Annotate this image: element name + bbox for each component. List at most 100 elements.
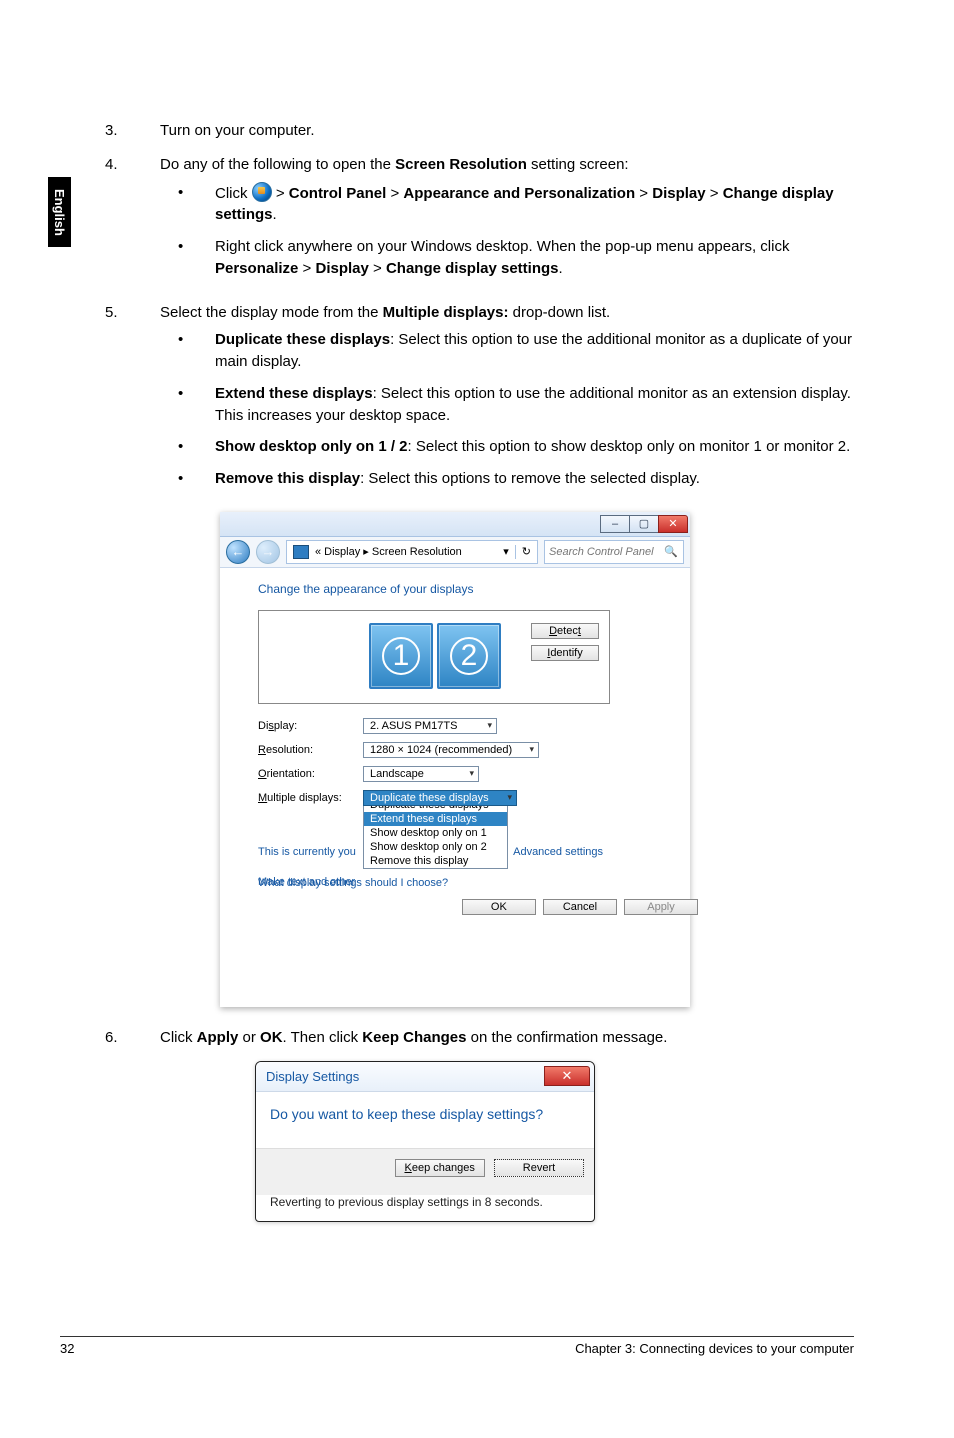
bold: Keep Changes (362, 1029, 466, 1046)
resolution-label: Resolution: (258, 744, 363, 756)
close-button[interactable]: ✕ (544, 1066, 590, 1086)
bullet: • (160, 236, 215, 280)
option-name: Extend these displays (215, 385, 373, 402)
orientation-label: Orientation: (258, 768, 363, 780)
path-part: Personalize (215, 260, 298, 277)
apply-button[interactable]: Apply (624, 899, 698, 915)
nav-back-button[interactable]: ← (226, 540, 250, 564)
multiple-displays-dropdown[interactable]: Duplicate these displays Extend these di… (363, 798, 508, 869)
option-desc: : Select this options to remove the sele… (360, 470, 700, 487)
step-text: Turn on your computer. (160, 120, 854, 142)
dropdown-option[interactable]: Show desktop only on 2 (364, 840, 507, 854)
path-part: Control Panel (289, 185, 387, 202)
text-size-link[interactable]: Make text and other (258, 876, 355, 888)
display-settings-dialog: Display Settings ✕ Do you want to keep t… (255, 1061, 595, 1222)
bold: Apply (197, 1029, 239, 1046)
text: . Then click (283, 1029, 363, 1046)
path-part: Display (652, 185, 705, 202)
option-desc: : Select this option to show desktop onl… (408, 438, 851, 455)
text: > (635, 185, 652, 202)
nav-forward-button[interactable]: → (256, 540, 280, 564)
address-bar[interactable]: « Display ▸ Screen Resolution ▾ ↻ (286, 540, 538, 564)
monitor-icon (293, 545, 309, 559)
multiple-displays-select[interactable]: Duplicate these displays (363, 790, 517, 806)
window-toolbar: ← → « Display ▸ Screen Resolution ▾ ↻ Se… (220, 537, 690, 568)
chevron-down-icon[interactable]: ▾ (503, 545, 509, 558)
multiple-displays-label: Multiple displays: (258, 792, 363, 804)
text: > (272, 185, 289, 202)
path-part: Appearance and Personalization (403, 185, 635, 202)
page-footer: 32 Chapter 3: Connecting devices to your… (60, 1336, 854, 1356)
maximize-button[interactable]: ▢ (629, 515, 659, 533)
bullet: • (160, 182, 215, 227)
search-input[interactable]: Search Control Panel (544, 540, 684, 564)
dropdown-option[interactable]: Extend these displays (364, 812, 507, 826)
step-bold: Multiple displays: (383, 304, 509, 321)
text: > (369, 260, 386, 277)
bullet: • (160, 383, 215, 427)
step-bold: Screen Resolution (395, 156, 527, 173)
refresh-icon[interactable]: ↻ (522, 545, 531, 558)
step-number: 4. (105, 154, 160, 290)
chapter-title: Chapter 3: Connecting devices to your co… (575, 1341, 854, 1356)
step-text: setting screen: (527, 156, 629, 173)
option-name: Remove this display (215, 470, 360, 487)
monitor-preview[interactable]: 1 2 Detect Identify (258, 610, 610, 704)
option-name: Show desktop only on 1 / 2 (215, 438, 408, 455)
close-button[interactable]: ✕ (658, 515, 688, 533)
step-number: 3. (105, 120, 160, 142)
document-page: 3. Turn on your computer. 4. Do any of t… (0, 0, 954, 1390)
current-main-text: This is currently you (258, 846, 356, 858)
dialog-titlebar: Display Settings ✕ (256, 1062, 594, 1092)
dialog-footer-text: Reverting to previous display settings i… (256, 1195, 594, 1221)
advanced-settings-link[interactable]: Advanced settings (513, 846, 603, 858)
content-heading: Change the appearance of your displays (258, 582, 690, 596)
detect-button[interactable]: Detect (531, 623, 599, 639)
identify-button[interactable]: Identify (531, 645, 599, 661)
dialog-question: Do you want to keep these display settin… (256, 1092, 594, 1148)
resolution-select[interactable]: 1280 × 1024 (recommended) (363, 742, 539, 758)
display-select[interactable]: 2. ASUS PM17TS (363, 718, 497, 734)
start-orb-icon (252, 182, 272, 202)
text: . (273, 206, 277, 223)
text: Right click anywhere on your Windows des… (215, 238, 789, 255)
step-text: Select the display mode from the (160, 304, 383, 321)
bold: OK (260, 1029, 283, 1046)
step-number: 6. (105, 1027, 160, 1049)
step-text: Do any of the following to open the (160, 156, 395, 173)
display-label: Display: (258, 720, 363, 732)
text: Click (160, 1029, 197, 1046)
monitor-2[interactable]: 2 (437, 623, 501, 689)
step-number: 5. (105, 302, 160, 500)
path-part: Change display settings (386, 260, 559, 277)
option-name: Duplicate these displays (215, 331, 390, 348)
text: > (706, 185, 723, 202)
path-part: Display (315, 260, 368, 277)
breadcrumb: « Display ▸ Screen Resolution (315, 545, 462, 558)
bullet: • (160, 468, 215, 490)
text: or (238, 1029, 260, 1046)
minimize-button[interactable]: – (600, 515, 630, 533)
orientation-select[interactable]: Landscape (363, 766, 479, 782)
dropdown-option[interactable]: Remove this display (364, 854, 507, 868)
step-text: drop-down list. (508, 304, 610, 321)
separator (515, 545, 516, 559)
ok-button[interactable]: OK (462, 899, 536, 915)
keep-changes-button[interactable]: Keep changes (395, 1159, 485, 1177)
bullet: • (160, 329, 215, 373)
page-number: 32 (60, 1341, 74, 1356)
cancel-button[interactable]: Cancel (543, 899, 617, 915)
text: . (559, 260, 563, 277)
dropdown-option[interactable]: Show desktop only on 1 (364, 826, 507, 840)
text: > (386, 185, 403, 202)
text: on the confirmation message. (467, 1029, 668, 1046)
monitor-1[interactable]: 1 (369, 623, 433, 689)
screen-resolution-window: – ▢ ✕ ← → « Display ▸ Screen Resolution … (220, 512, 690, 1007)
bullet: • (160, 436, 215, 458)
text: Click (215, 185, 252, 202)
search-placeholder: Search Control Panel (549, 546, 654, 558)
window-titlebar: – ▢ ✕ (220, 512, 690, 537)
dialog-title: Display Settings (266, 1069, 359, 1084)
text: > (298, 260, 315, 277)
revert-button[interactable]: Revert (494, 1159, 584, 1177)
